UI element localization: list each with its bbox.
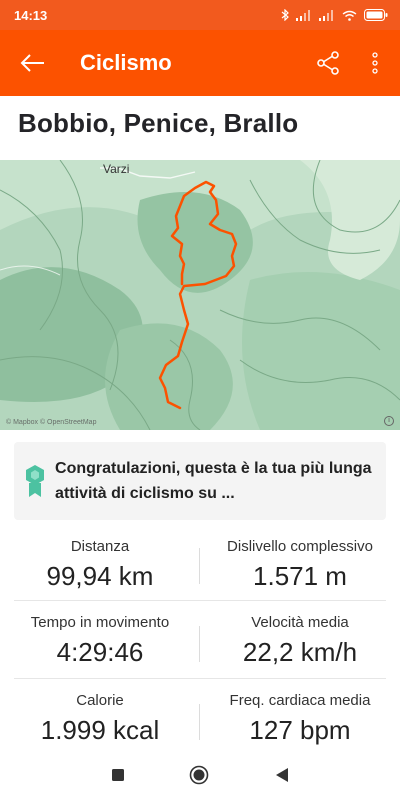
recents-button[interactable] xyxy=(108,765,128,785)
stat-avg-speed: Velocità media 22,2 km/h xyxy=(200,614,400,668)
status-icons xyxy=(281,9,388,21)
home-button[interactable] xyxy=(189,765,209,785)
route-map[interactable]: Varzi © Mapbox © OpenStreetMap i xyxy=(0,160,400,430)
achievement-text: Congratulazioni, questa è la tua più lun… xyxy=(55,460,372,502)
activity-title: Bobbio, Penice, Brallo xyxy=(18,108,299,138)
map-town-label: Varzi xyxy=(103,162,130,176)
stat-value: 4:29:46 xyxy=(56,637,144,667)
stat-label: Calorie xyxy=(76,692,124,709)
stat-label: Distanza xyxy=(70,538,130,555)
map-terrain xyxy=(0,160,400,430)
more-vert-icon xyxy=(372,52,378,74)
badge-icon xyxy=(14,464,55,498)
stat-calories: Calorie 1.999 kcal xyxy=(0,692,200,746)
back-button[interactable] xyxy=(0,30,64,96)
bluetooth-icon xyxy=(281,9,289,21)
stat-label: Velocità media xyxy=(251,614,349,631)
share-icon xyxy=(317,51,339,75)
stat-value: 1.999 kcal xyxy=(40,715,160,745)
stat-distance: Distanza 99,94 km xyxy=(0,538,200,592)
status-time: 14:13 xyxy=(14,7,48,23)
stat-value: 127 bpm xyxy=(249,715,351,745)
stat-value: 1.571 m xyxy=(253,561,347,591)
more-options-button[interactable] xyxy=(358,30,392,96)
achievement-banner[interactable]: Congratulazioni, questa è la tua più lun… xyxy=(14,442,386,520)
triangle-back-icon xyxy=(276,768,288,782)
divider xyxy=(14,678,386,679)
stat-label: Freq. cardiaca media xyxy=(229,692,371,709)
battery-icon xyxy=(364,9,388,21)
system-nav-bar xyxy=(0,750,400,800)
stat-moving-time: Tempo in movimento 4:29:46 xyxy=(0,614,200,668)
wifi-icon xyxy=(342,10,357,21)
share-button[interactable] xyxy=(308,30,348,96)
signal-icon xyxy=(296,9,310,21)
arrow-back-icon xyxy=(20,54,44,72)
page-title: Ciclismo xyxy=(80,50,172,75)
status-bar: 14:13 xyxy=(0,0,400,30)
stat-avg-heart-rate: Freq. cardiaca media 127 bpm xyxy=(200,692,400,746)
stat-value: 99,94 km xyxy=(46,561,154,591)
signal-2-icon xyxy=(319,9,333,21)
stat-label: Tempo in movimento xyxy=(30,614,170,631)
home-circle-icon xyxy=(189,765,209,785)
divider xyxy=(14,600,386,601)
square-icon xyxy=(112,769,124,781)
stat-label: Dislivello complessivo xyxy=(227,538,373,555)
map-attribution: © Mapbox © OpenStreetMap xyxy=(6,419,97,426)
app-bar: Ciclismo xyxy=(0,30,400,96)
info-icon[interactable]: i xyxy=(384,416,394,426)
stat-elevation: Dislivello complessivo 1.571 m xyxy=(200,538,400,592)
back-nav-button[interactable] xyxy=(272,765,292,785)
stat-value: 22,2 km/h xyxy=(242,637,358,667)
